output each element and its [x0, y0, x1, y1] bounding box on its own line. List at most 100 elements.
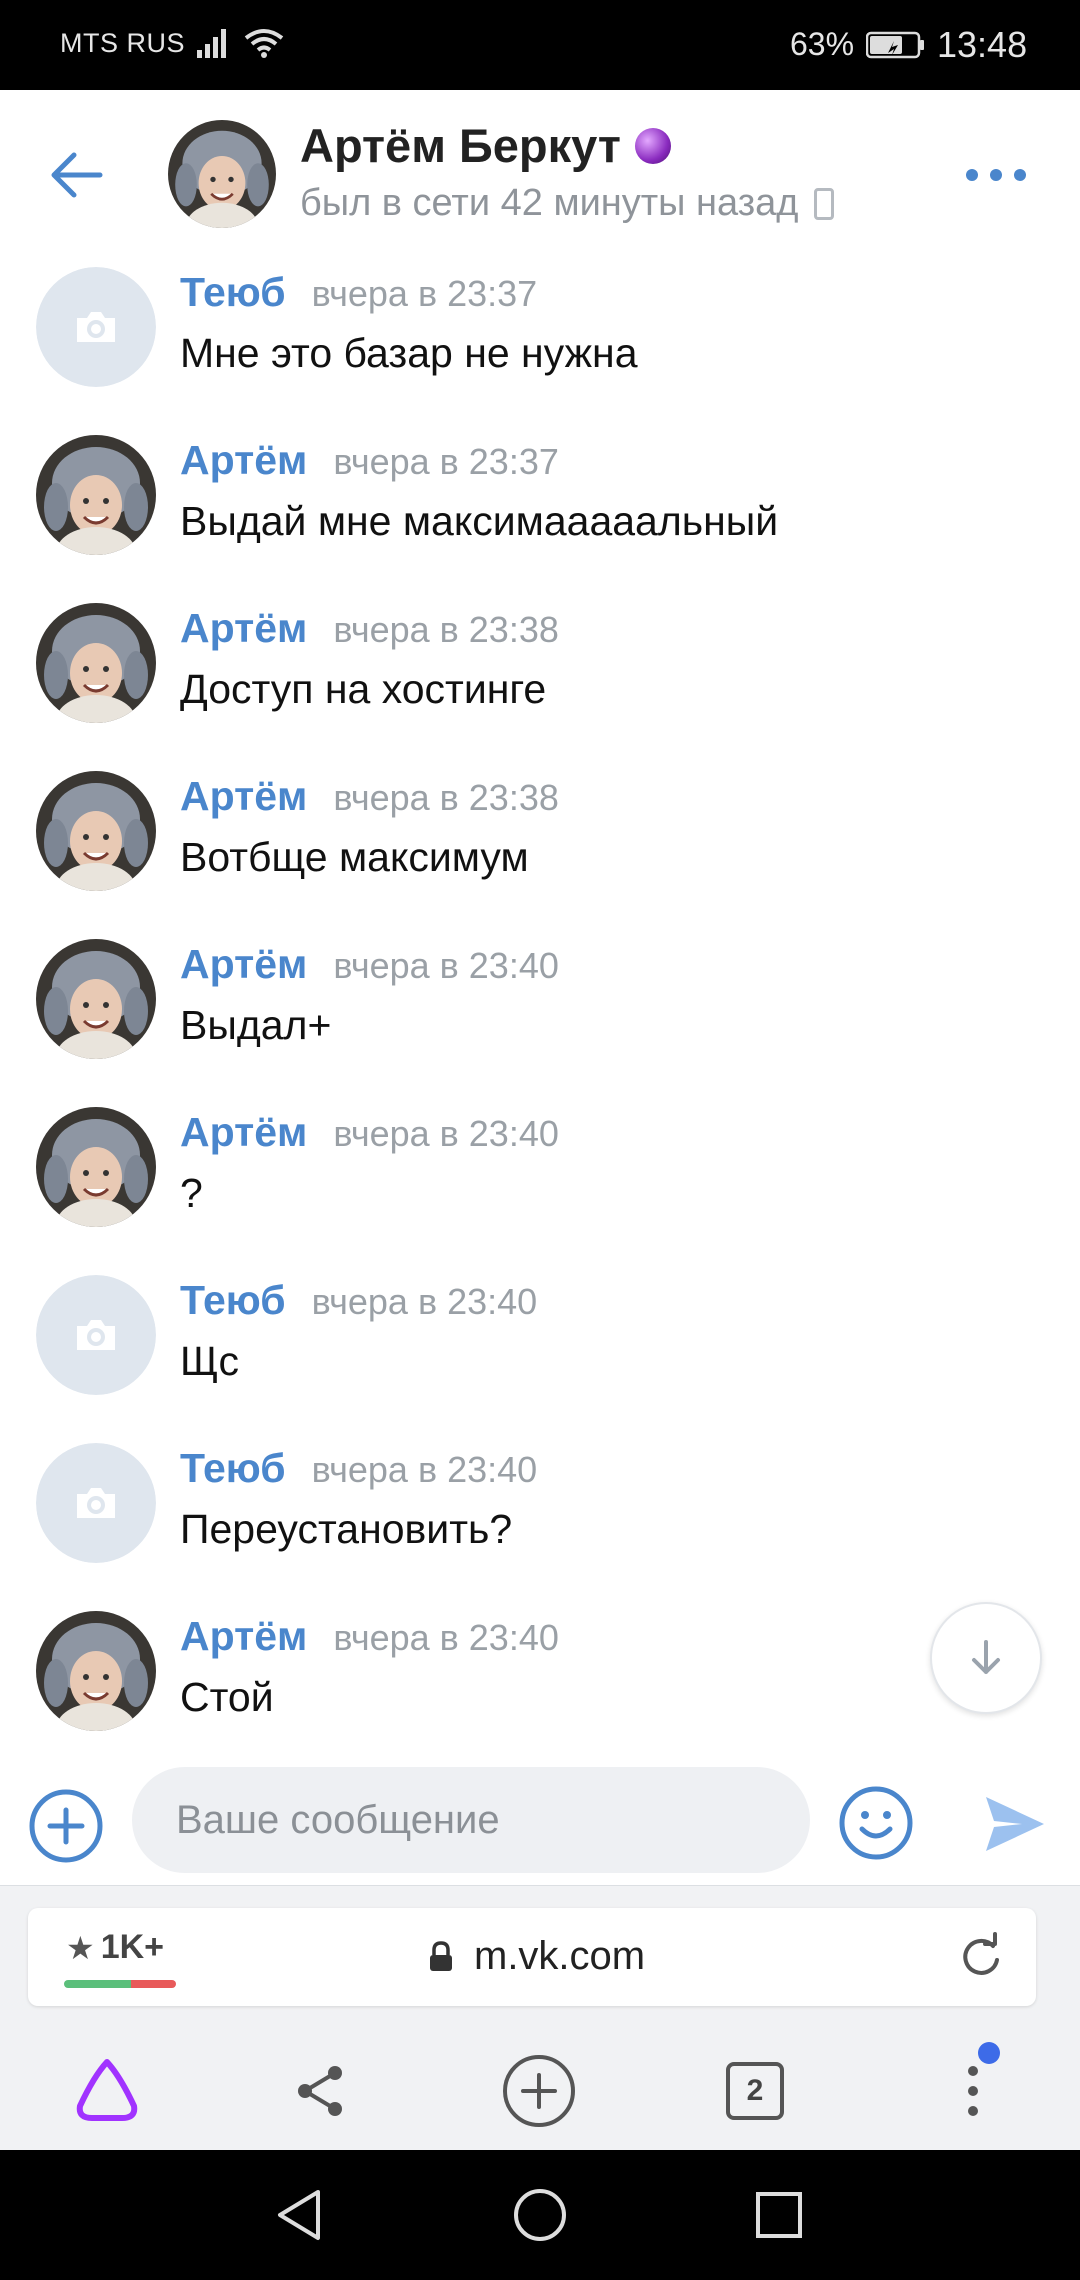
message-item[interactable]: Теюб вчера в 23:37 Мне это базар не нужна — [0, 255, 1080, 423]
message-author[interactable]: Артём — [180, 605, 307, 652]
lock-icon — [430, 1940, 452, 1971]
last-seen-status: был в сети 42 минуты назад — [300, 182, 799, 224]
attach-plus-icon[interactable] — [28, 1788, 104, 1864]
more-options-button[interactable] — [960, 150, 1032, 200]
message-author[interactable]: Теюб — [180, 1277, 286, 1324]
browser-menu-button[interactable] — [928, 2042, 1018, 2136]
message-item[interactable]: Теюб вчера в 23:40 Щс — [0, 1263, 1080, 1431]
message-item[interactable]: Артём вчера в 23:40? — [0, 1095, 1080, 1263]
avatar[interactable] — [36, 1275, 156, 1395]
message-text: Выдай мне максимааааальный — [180, 498, 779, 544]
crystal-ball-icon — [634, 127, 671, 164]
camera-placeholder-icon — [36, 1443, 156, 1563]
message-item[interactable]: Артём вчера в 23:38 Вотбще максимум — [0, 759, 1080, 927]
message-time: вчера в 23:37 — [311, 273, 538, 314]
message-author[interactable]: Артём — [180, 773, 307, 820]
message-item[interactable]: Артём вчера в 23:38 Доступ на хостинге — [0, 591, 1080, 759]
emoji-icon[interactable] — [838, 1785, 914, 1861]
home-circle-icon[interactable] — [505, 2180, 575, 2250]
message-author[interactable]: Теюб — [180, 1445, 286, 1492]
message-item[interactable]: Артём вчера в 23:37 Выдай мне максимааааал… — [0, 423, 1080, 591]
address-bar[interactable]: ★ 1K+ m.vk.com — [28, 1908, 1036, 2006]
signal-icon — [197, 29, 226, 58]
message-time: вчера в 23:37 — [333, 441, 559, 482]
tabs-button[interactable]: 2 — [710, 2046, 800, 2136]
tabs-count: 2 — [726, 2062, 784, 2120]
message-author[interactable]: Артём — [180, 437, 307, 484]
avatar[interactable] — [36, 1611, 156, 1731]
message-composer — [0, 1745, 1080, 1885]
wifi-icon — [244, 29, 284, 58]
new-tab-button[interactable] — [494, 2046, 584, 2136]
battery-percent: 63% — [790, 26, 855, 62]
message-time: вчера в 23:40 — [333, 945, 559, 986]
dot-icon — [1014, 169, 1026, 181]
star-icon: ★ — [66, 1929, 95, 1966]
child-photo-icon — [36, 1107, 156, 1227]
avatar[interactable] — [36, 603, 156, 723]
camera-placeholder-icon — [36, 1275, 156, 1395]
url-text: m.vk.com — [474, 1934, 646, 1978]
message-text: Доступ на хостинге — [180, 666, 547, 712]
message-item[interactable]: Артём вчера в 23:40 Стой — [0, 1599, 1080, 1767]
message-author[interactable]: Артём — [180, 941, 307, 988]
arrow-down-icon — [972, 1640, 1000, 1674]
camera-placeholder-icon — [36, 267, 156, 387]
child-photo-icon — [36, 435, 156, 555]
chat-header: Артём Беркут был в сети 42 минуты назад — [0, 90, 1080, 255]
message-text: Щс — [180, 1338, 239, 1384]
site-rating[interactable]: ★ 1K+ — [66, 1928, 164, 1967]
message-item[interactable]: Теюб вчера в 23:40 Переустановить? — [0, 1431, 1080, 1599]
message-text: Выдал+ — [180, 1002, 332, 1048]
message-author[interactable]: Артём — [180, 1109, 307, 1156]
child-photo-icon — [36, 771, 156, 891]
scroll-down-button[interactable] — [930, 1602, 1042, 1714]
avatar[interactable] — [36, 1443, 156, 1563]
message-list[interactable]: Теюб вчера в 23:37 Мне это базар не нужна А… — [0, 255, 1080, 1745]
share-button[interactable] — [276, 2046, 366, 2136]
message-author[interactable]: Теюб — [180, 269, 286, 316]
recents-square-icon[interactable] — [744, 2180, 814, 2250]
avatar[interactable] — [36, 939, 156, 1059]
avatar[interactable] — [36, 435, 156, 555]
child-photo-icon — [36, 1611, 156, 1731]
message-text: Мне это базар не нужна — [180, 330, 638, 376]
message-time: вчера в 23:38 — [333, 609, 559, 650]
message-time: вчера в 23:40 — [333, 1113, 559, 1154]
dot-icon — [966, 169, 978, 181]
battery-icon — [866, 31, 924, 59]
message-author[interactable]: Артём — [180, 1613, 307, 1660]
plus-circle-icon — [503, 2055, 575, 2127]
rating-bar — [64, 1980, 176, 1988]
avatar[interactable] — [168, 120, 276, 228]
avatar[interactable] — [36, 771, 156, 891]
message-text: Стой — [180, 1674, 274, 1720]
send-icon[interactable] — [982, 1791, 1048, 1857]
browser-toolbar: ★ 1K+ m.vk.com 2 — [0, 1885, 1080, 2150]
alice-icon — [76, 2059, 138, 2121]
alice-assistant-button[interactable] — [62, 2046, 152, 2136]
dot-icon — [990, 169, 1002, 181]
back-arrow-icon[interactable] — [40, 140, 110, 210]
child-photo-icon — [36, 603, 156, 723]
message-time: вчера в 23:40 — [311, 1449, 538, 1490]
message-item[interactable]: Артём вчера в 23:40 Выдал+ — [0, 927, 1080, 1095]
share-icon — [298, 2066, 342, 2116]
back-triangle-icon[interactable] — [266, 2180, 336, 2250]
message-input[interactable] — [132, 1767, 810, 1873]
vertical-dots-icon — [968, 2066, 978, 2116]
message-time: вчера в 23:40 — [333, 1617, 559, 1658]
message-text: Переустановить? — [180, 1506, 513, 1552]
avatar[interactable] — [36, 1107, 156, 1227]
carrier-name: MTS RUS — [60, 28, 185, 58]
message-time: вчера в 23:38 — [333, 777, 559, 818]
reload-icon[interactable] — [953, 1928, 1009, 1984]
system-navigation-bar — [0, 2150, 1080, 2280]
message-time: вчера в 23:40 — [311, 1281, 538, 1322]
child-photo-icon — [36, 939, 156, 1059]
message-text: ? — [180, 1170, 203, 1216]
message-text: Вотбще максимум — [180, 834, 529, 880]
contact-name: Артём Беркут — [300, 119, 621, 172]
avatar[interactable] — [36, 267, 156, 387]
child-photo-icon — [168, 120, 276, 228]
